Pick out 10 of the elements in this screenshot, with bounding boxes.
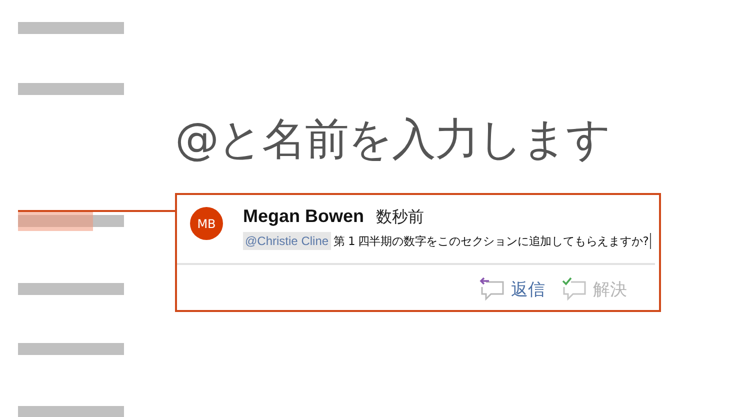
reply-icon xyxy=(479,277,505,301)
text-cursor xyxy=(650,233,652,249)
author-name: Megan Bowen xyxy=(243,206,364,227)
timestamp: 数秒前 xyxy=(376,207,424,228)
check-comment-icon xyxy=(561,277,587,301)
mention-tag[interactable]: @Christie Cline xyxy=(243,232,331,250)
comment-text: 第 1 四半期の数字をこのセクションに追加してもらえますか? xyxy=(334,234,648,248)
heading: @と名前を入力します xyxy=(175,113,611,167)
avatar: MB xyxy=(190,207,223,240)
reply-button[interactable]: 返信 xyxy=(479,277,545,301)
